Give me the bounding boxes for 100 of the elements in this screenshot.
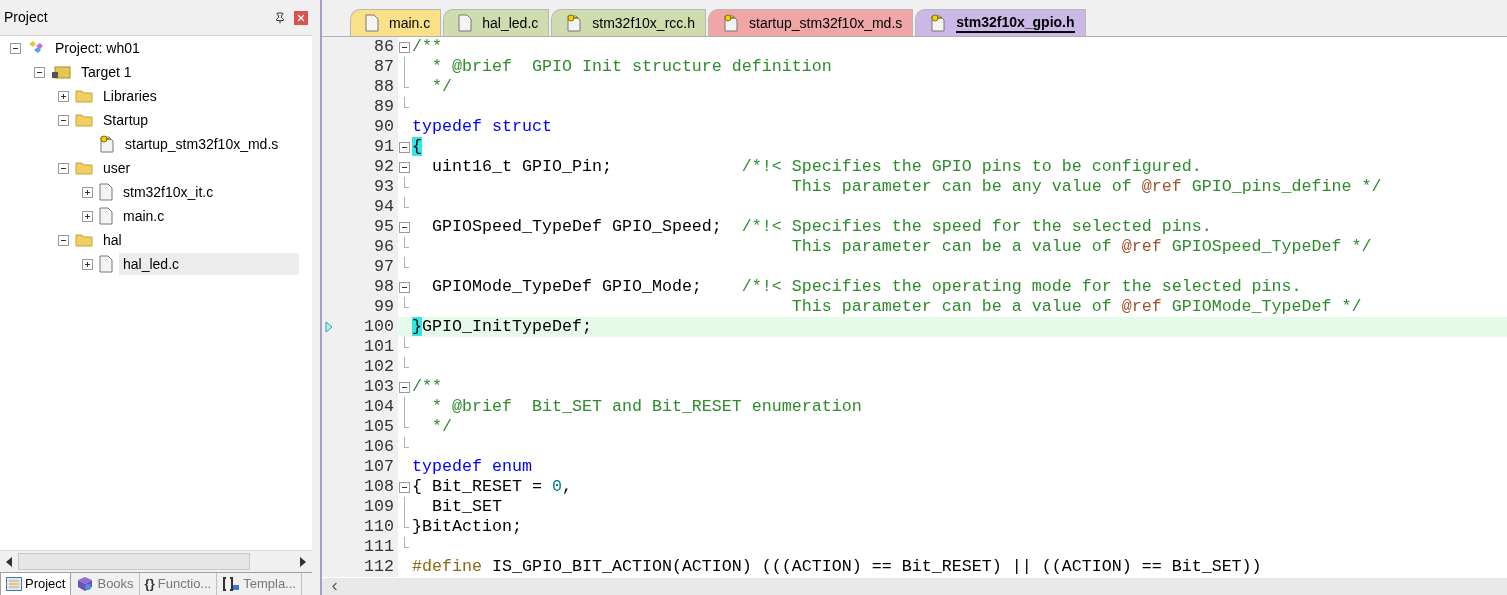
key-file-icon <box>99 135 115 153</box>
expand-toggle[interactable] <box>58 90 69 102</box>
folder-icon <box>75 89 93 103</box>
code-line: typedef enum <box>412 457 532 477</box>
fold-end-mark <box>403 77 409 88</box>
line-number: 86 <box>373 37 395 57</box>
line-number: 97 <box>373 257 395 277</box>
target-folder-icon <box>51 65 71 79</box>
code-line: * @brief Bit_SET and Bit_RESET enumeration <box>431 397 862 417</box>
line-number: 94 <box>373 197 395 217</box>
file-tab[interactable]: stm32f10x_rcc.h <box>551 9 706 36</box>
tree-item[interactable]: stm32f10x_it.c <box>119 181 218 203</box>
fold-line <box>403 397 405 417</box>
template-icon <box>222 577 241 591</box>
code-line: /** <box>412 37 442 57</box>
fold-toggle[interactable] <box>398 381 410 393</box>
line-number: 104 <box>363 397 395 417</box>
fold-toggle[interactable] <box>398 281 410 293</box>
expand-toggle[interactable] <box>82 258 93 270</box>
scroll-left-icon[interactable] <box>6 556 12 567</box>
panel-title: Project <box>4 8 48 27</box>
fold-toggle[interactable] <box>398 141 410 153</box>
tree-item[interactable]: Project: wh01 <box>51 37 144 59</box>
current-line-marker-icon <box>325 321 333 333</box>
scrollbar-thumb[interactable] <box>18 553 250 570</box>
fold-end-mark <box>403 417 409 428</box>
file-icon <box>99 207 113 225</box>
line-number: 99 <box>373 297 395 317</box>
line-number: 100 <box>363 317 395 337</box>
fold-end-mark <box>403 357 409 368</box>
panel-tab[interactable]: Project <box>0 573 72 595</box>
code-line: #define IS_GPIO_BIT_ACTION(ACTION) (((ACTION) == Bit_RESET) || ((ACTION) == Bit_SET)) <box>412 557 1262 577</box>
panel-tab[interactable]: Templa... <box>217 573 302 595</box>
fold-toggle[interactable] <box>398 221 410 233</box>
scroll-right-icon[interactable] <box>300 556 306 567</box>
panel-tab[interactable]: Books <box>71 573 140 595</box>
fold-end-mark <box>403 177 409 188</box>
line-number: 109 <box>363 497 395 517</box>
expand-toggle[interactable] <box>82 210 93 222</box>
code-line: GPIOSpeed_TypeDef GPIO_Speed; /*!< Specifies the speed for the selected pins. <box>431 217 1212 237</box>
code-line: This parameter can be a value of @ref GPIOSpeed_TypeDef */ <box>790 237 1372 257</box>
line-number: 105 <box>363 417 395 437</box>
fold-end-mark <box>403 97 409 108</box>
fold-end-mark <box>403 337 409 348</box>
key-file-icon <box>566 14 583 32</box>
file-tab[interactable]: stm32f10x_gpio.h <box>915 9 1086 36</box>
fold-end-mark <box>403 537 409 548</box>
code-line: GPIOMode_TypeDef GPIO_Mode; /*!< Specifies the operating mode for the selected pins. <box>431 277 1302 297</box>
code-line: */ <box>431 417 452 437</box>
line-number: 98 <box>373 277 395 297</box>
collapse-toggle[interactable] <box>58 234 69 246</box>
line-number: 87 <box>373 57 395 77</box>
file-tab[interactable]: main.c <box>350 9 442 36</box>
fold-toggle[interactable] <box>398 161 410 173</box>
tree-item[interactable]: user <box>99 157 135 179</box>
tree-item[interactable]: main.c <box>119 205 169 227</box>
code-line: }GPIO_InitTypeDef; <box>412 317 592 337</box>
fold-end-mark <box>403 437 409 448</box>
tree-item[interactable]: Startup <box>99 109 153 131</box>
line-number: 101 <box>363 337 395 357</box>
code-line: */ <box>431 77 452 97</box>
project-icon <box>27 40 45 56</box>
horizontal-scrollbar[interactable] <box>322 578 1507 595</box>
horizontal-scrollbar[interactable] <box>0 550 312 572</box>
tree-item[interactable]: startup_stm32f10x_md.s <box>121 133 283 155</box>
fold-toggle[interactable] <box>398 481 410 493</box>
tree-item[interactable]: hal_led.c <box>119 253 300 275</box>
book-icon <box>76 576 95 592</box>
collapse-toggle[interactable] <box>34 66 45 78</box>
pin-icon[interactable] <box>274 11 286 24</box>
collapse-toggle[interactable] <box>10 42 21 54</box>
tree-item[interactable]: Libraries <box>99 85 161 107</box>
code-editor[interactable] <box>322 37 1507 578</box>
line-number: 95 <box>373 217 395 237</box>
line-number: 96 <box>373 237 395 257</box>
expand-toggle[interactable] <box>82 186 93 198</box>
line-number: 111 <box>363 537 395 557</box>
fold-end-mark <box>403 197 409 208</box>
file-icon <box>458 14 473 32</box>
tree-item[interactable]: hal <box>99 229 126 251</box>
code-line: /** <box>412 377 442 397</box>
collapse-toggle[interactable] <box>58 162 69 174</box>
collapse-toggle[interactable] <box>58 114 69 126</box>
code-line: * @brief GPIO Init structure definition <box>431 57 832 77</box>
fold-toggle[interactable] <box>398 41 410 53</box>
line-number: 91 <box>373 137 395 157</box>
close-button[interactable] <box>294 10 308 25</box>
line-number: 110 <box>363 517 395 537</box>
code-line: }BitAction; <box>412 517 522 537</box>
fold-line <box>403 497 405 517</box>
folder-icon <box>75 113 93 127</box>
line-number: 106 <box>363 437 395 457</box>
code-line: Bit_SET <box>431 497 502 517</box>
code-line: uint16_t GPIO_Pin; /*!< Specifies the GPIO pins to be configured. <box>431 157 1202 177</box>
file-tab[interactable]: hal_led.c <box>443 9 550 36</box>
panel-tab[interactable]: {} Functio... <box>139 573 218 595</box>
line-number: 112 <box>363 557 395 577</box>
tree-item[interactable]: Target 1 <box>77 61 136 83</box>
fold-end-mark <box>403 237 409 248</box>
file-tab[interactable]: startup_stm32f10x_md.s <box>708 9 914 36</box>
